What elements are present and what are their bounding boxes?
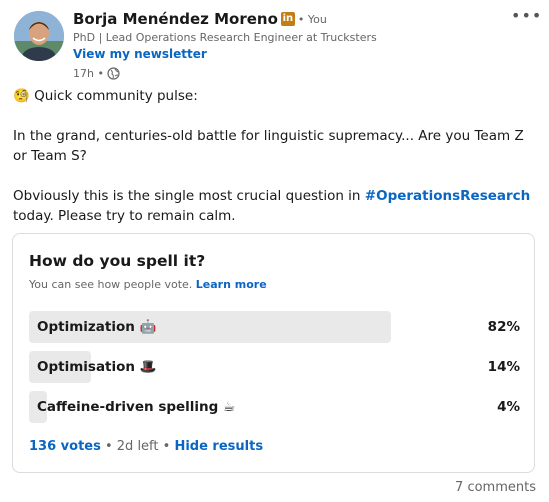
hide-results-link[interactable]: Hide results bbox=[174, 439, 263, 454]
votes-count-link[interactable]: 136 votes bbox=[29, 439, 101, 454]
learn-more-link[interactable]: Learn more bbox=[196, 278, 267, 291]
poll-option-label: Optimisation 🎩 bbox=[37, 359, 157, 375]
relation-label: • You bbox=[297, 12, 327, 26]
poll-option-percent: 82% bbox=[487, 319, 520, 335]
poll-option-label: Caffeine-driven spelling ☕ bbox=[37, 399, 236, 415]
author-name[interactable]: Borja Menéndez Moreno bbox=[73, 10, 278, 28]
poll-question: How do you spell it? bbox=[29, 252, 206, 270]
poll-footer: 136 votes • 2d left • Hide results bbox=[29, 439, 263, 454]
more-options-icon[interactable]: ••• bbox=[511, 8, 541, 28]
poll-option-label: Optimization 🤖 bbox=[37, 319, 157, 335]
post-line-intro: 🧐 Quick community pulse: bbox=[13, 88, 198, 104]
post-timestamp: 17h • bbox=[73, 66, 104, 80]
avatar[interactable] bbox=[14, 11, 64, 61]
post-header: Borja Menéndez Moreno in • You PhD | Lea… bbox=[14, 8, 541, 84]
globe-icon bbox=[107, 66, 120, 80]
post-line-closing: Obviously this is the single most crucia… bbox=[13, 188, 531, 224]
post-body: 🧐 Quick community pulse: In the grand, c… bbox=[13, 86, 538, 226]
author-headline: PhD | Lead Operations Research Engineer … bbox=[73, 31, 377, 44]
poll-option-percent: 14% bbox=[487, 359, 520, 375]
poll-option-percent: 4% bbox=[497, 399, 520, 415]
post-line-question: In the grand, centuries-old battle for l… bbox=[13, 128, 524, 164]
hashtag-operations-research[interactable]: #OperationsResearch bbox=[365, 188, 531, 204]
linkedin-premium-icon: in bbox=[280, 12, 295, 26]
view-newsletter-link[interactable]: View my newsletter bbox=[73, 46, 493, 63]
poll-option-optimization[interactable]: Optimization 🤖 82% bbox=[29, 311, 520, 343]
poll-card: How do you spell it? You can see how peo… bbox=[12, 233, 535, 473]
poll-option-optimisation[interactable]: Optimisation 🎩 14% bbox=[29, 351, 520, 383]
comments-count[interactable]: 7 comments bbox=[455, 480, 536, 495]
poll-visibility-notice: You can see how people vote. Learn more bbox=[29, 278, 267, 291]
poll-option-caffeine[interactable]: Caffeine-driven spelling ☕ 4% bbox=[29, 391, 520, 423]
poll-time-left: • 2d left • bbox=[104, 439, 171, 454]
